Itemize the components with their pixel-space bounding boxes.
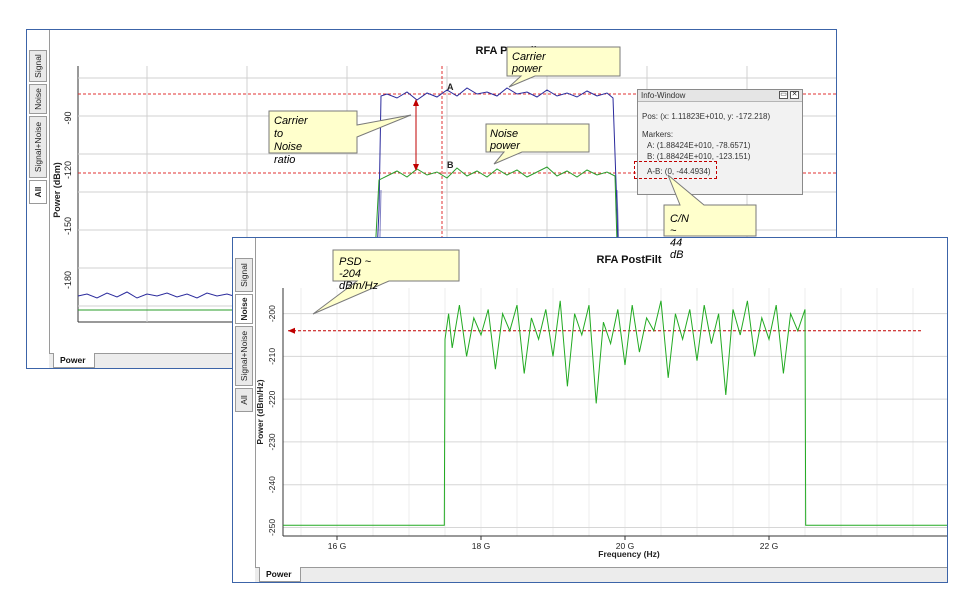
y-axis-label: Power (dBm/Hz) — [255, 379, 265, 444]
x-tick-label: 18 G — [472, 541, 490, 551]
back-y-tick: -90 — [63, 111, 73, 124]
tab-power[interactable]: Power — [259, 567, 301, 582]
psd-arrow-head — [288, 327, 295, 334]
x-tick-label: 16 G — [328, 541, 346, 551]
back-y-tick: -150 — [63, 217, 73, 235]
back-y-tick: -120 — [63, 161, 73, 179]
close-icon[interactable]: ✕ — [790, 91, 799, 99]
info-window-title: Info-Window — [641, 91, 686, 100]
y-tick-label: -210 — [267, 348, 277, 365]
chart-title: RFA PostFilt — [597, 254, 662, 266]
y-tick-label: -200 — [267, 305, 277, 322]
x-axis-label: Frequency (Hz) — [598, 549, 660, 559]
info-marker-b: B: (1.88424E+010, -123.151) — [647, 152, 751, 161]
info-pos: Pos: (x: 1.11823E+010, y: -172.218) — [642, 112, 771, 121]
tab-power[interactable]: Power — [53, 353, 95, 368]
info-window: Info-Window ▭ ✕ Pos: (x: 1.11823E+010, y… — [637, 89, 803, 195]
marker-b-label: B — [447, 160, 454, 170]
y-tick-label: -230 — [267, 433, 277, 450]
y-tick-label: -240 — [267, 476, 277, 493]
back-y-axis-label: Power (dBm) — [52, 162, 62, 218]
info-marker-a: A: (1.88424E+010, -78.6571) — [647, 141, 751, 150]
noise-psd-trace — [283, 300, 947, 526]
diff-highlight-box — [634, 161, 717, 179]
y-tick-label: -220 — [267, 390, 277, 407]
info-window-titlebar[interactable]: Info-Window ▭ ✕ — [638, 90, 802, 102]
info-markers-label: Markers: — [642, 130, 674, 139]
marker-a-label: A — [447, 82, 454, 92]
restore-icon[interactable]: ▭ — [779, 91, 788, 99]
front-bottom-tabs: Power — [255, 567, 947, 582]
y-tick-label: -250 — [267, 519, 277, 536]
back-y-tick: -180 — [63, 271, 73, 289]
x-tick-label: 22 G — [760, 541, 778, 551]
